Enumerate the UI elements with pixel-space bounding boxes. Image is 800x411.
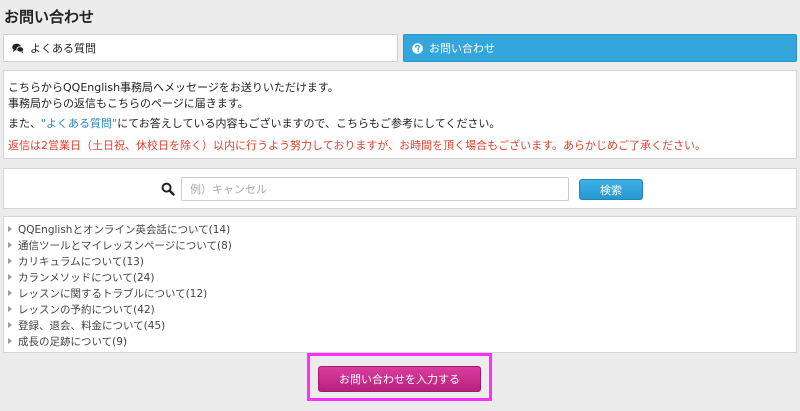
category-label: 登録、退会、料金について(45)	[18, 320, 166, 332]
info-line-3-before: また、	[8, 117, 41, 130]
category-list: QQEnglishとオンライン英会話について(14) 通信ツールとマイレッスンペ…	[3, 216, 797, 353]
triangle-right-icon	[8, 242, 12, 248]
category-label: QQEnglishとオンライン英会話について(14)	[18, 224, 231, 236]
enter-inquiry-button[interactable]: お問い合わせを入力する	[318, 366, 481, 392]
category-item[interactable]: 成長の足跡について(9)	[4, 334, 796, 350]
category-item[interactable]: レッスンに関するトラブルについて(12)	[4, 286, 796, 302]
search-input[interactable]	[181, 177, 569, 201]
category-label: カリキュラムについて(13)	[18, 256, 144, 268]
category-label: 成長の足跡について(9)	[18, 336, 128, 348]
speech-bubbles-icon	[12, 43, 24, 54]
page-title: お問い合わせ	[4, 8, 95, 26]
search-icon	[161, 181, 175, 196]
triangle-right-icon	[8, 290, 12, 296]
triangle-right-icon	[8, 226, 12, 232]
category-label: レッスンに関するトラブルについて(12)	[18, 288, 208, 300]
category-label: カランメソッドについて(24)	[18, 272, 155, 284]
category-item[interactable]: カランメソッドについて(24)	[4, 270, 796, 286]
question-circle-icon	[412, 42, 423, 54]
triangle-right-icon	[8, 274, 12, 280]
contact-info-panel: こちらからQQEnglish事務局へメッセージをお送りいただけます。 事務局から…	[3, 70, 797, 159]
triangle-right-icon	[8, 306, 12, 312]
tab-contact-label: お問い合わせ	[429, 42, 495, 55]
triangle-right-icon	[8, 322, 12, 328]
search-panel: 検索	[3, 168, 797, 209]
search-button[interactable]: 検索	[579, 179, 643, 200]
category-item[interactable]: 登録、退会、料金について(45)	[4, 318, 796, 334]
category-item[interactable]: QQEnglishとオンライン英会話について(14)	[4, 222, 796, 238]
info-line-3: また、"よくある質問"にてお答えしている内容もございますので、こちらもご参考にし…	[8, 116, 792, 132]
tab-contact[interactable]: お問い合わせ	[403, 34, 797, 62]
reply-notice: 返信は2営業日（土日祝、休校日を除く）以内に行うよう努力しておりますが、お時間を…	[8, 139, 707, 152]
info-line-3-after: にてお答えしている内容もございますので、こちらもご参考にしてください。	[117, 117, 501, 130]
category-label: レッスンの予約について(42)	[18, 304, 155, 316]
tab-faq-label: よくある質問	[30, 42, 96, 55]
triangle-right-icon	[8, 258, 12, 264]
tab-faq[interactable]: よくある質問	[3, 34, 398, 62]
category-item[interactable]: 通信ツールとマイレッスンページについて(8)	[4, 238, 796, 254]
category-item[interactable]: カリキュラムについて(13)	[4, 254, 796, 270]
faq-link[interactable]: "よくある質問"	[41, 117, 117, 130]
info-line-1: こちらからQQEnglish事務局へメッセージをお送りいただけます。	[8, 81, 339, 94]
triangle-right-icon	[8, 338, 12, 344]
info-line-2: 事務局からの返信もこちらのページに届きます。	[8, 97, 249, 110]
category-label: 通信ツールとマイレッスンページについて(8)	[18, 240, 232, 252]
category-item[interactable]: レッスンの予約について(42)	[4, 302, 796, 318]
